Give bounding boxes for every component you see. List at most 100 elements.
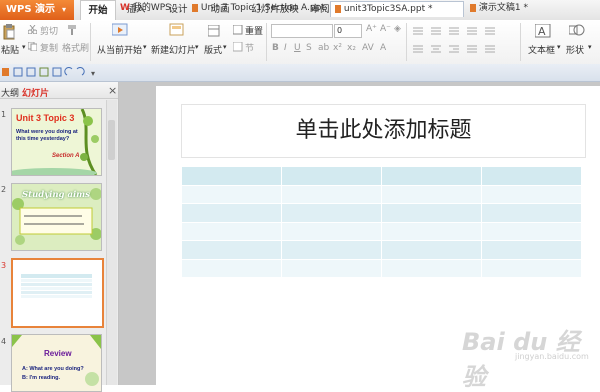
section-icon (232, 41, 243, 55)
table-cell[interactable] (381, 240, 482, 260)
bold-icon[interactable]: B (272, 43, 279, 53)
reset-button[interactable]: 重置 (245, 24, 263, 37)
table-cell[interactable] (181, 221, 282, 241)
slide-number: 2 (1, 185, 7, 194)
textbox-button[interactable]: 文本框 (528, 43, 555, 56)
menu-home[interactable]: 开始 (80, 0, 116, 22)
table-cell[interactable] (381, 221, 482, 241)
tab-outline[interactable]: 大纲 (1, 86, 19, 99)
table-cell[interactable] (181, 184, 282, 204)
tab-label: 我的WPS (132, 3, 171, 13)
slide-number: 1 (1, 110, 7, 119)
slide-number: 4 (1, 337, 7, 346)
font-color-icon[interactable]: A (380, 43, 386, 53)
slide-thumb-2[interactable]: Studying aims (11, 183, 102, 251)
new-slide-icon (169, 23, 185, 40)
layout-button[interactable]: 版式 (204, 43, 222, 56)
slide1-title: Unit 3 Topic 3 (16, 113, 75, 123)
table-row (181, 184, 582, 204)
tab-unit7[interactable]: Unit 7 Topic 1 Section A.ppt (188, 1, 330, 17)
ppt-file-icon (470, 3, 476, 12)
shape-dropdown-icon[interactable]: ▾ (588, 43, 592, 51)
pane-scrollbar[interactable] (106, 100, 117, 385)
textbox-dropdown-icon[interactable]: ▾ (557, 43, 561, 51)
paste-button[interactable]: 粘贴 (1, 43, 19, 56)
play-from-current-icon (111, 23, 128, 40)
italic-icon[interactable]: I (284, 43, 287, 53)
tab-my-wps[interactable]: W 我的WPS (116, 1, 188, 17)
table-cell[interactable] (181, 258, 282, 278)
superscript-icon[interactable]: x² (333, 43, 342, 53)
paste-dropdown-icon[interactable]: ▾ (22, 43, 26, 51)
tab-label: unit3Topic3SA.ppt * (343, 4, 433, 14)
font-name-field[interactable] (271, 24, 333, 38)
table-cell[interactable] (481, 240, 582, 260)
table-row (181, 258, 582, 278)
separator (266, 23, 267, 61)
table-cell[interactable] (381, 184, 482, 204)
play-from-current-button[interactable]: 从当前开始 (97, 43, 142, 56)
tab-unit3[interactable]: unit3Topic3SA.ppt * (330, 1, 464, 17)
format-painter-button[interactable]: 格式刷 (62, 41, 89, 54)
table-cell[interactable] (481, 221, 582, 241)
slide-thumb-1[interactable]: Unit 3 Topic 3 What were you doing at th… (11, 108, 102, 176)
separator (406, 23, 407, 61)
shrink-font-icon[interactable]: A⁻ (380, 24, 391, 34)
table-cell[interactable] (481, 258, 582, 278)
shape-icon (568, 24, 585, 41)
title-placeholder[interactable]: 单击此处添加标题 (181, 104, 586, 158)
table-cell[interactable] (281, 184, 382, 204)
table-cell[interactable] (181, 166, 282, 186)
clear-format-icon[interactable]: ◈ (394, 24, 401, 34)
shape-button[interactable]: 形状 (566, 43, 584, 56)
slide4-line1: A: What are you doing? (22, 366, 84, 372)
table-cell[interactable] (481, 166, 582, 186)
ppt-file-icon (192, 3, 198, 12)
new-slide-dropdown-icon[interactable]: ▾ (195, 43, 199, 51)
table-cell[interactable] (281, 221, 382, 241)
table-cell[interactable] (281, 203, 382, 223)
reset-icon (232, 24, 243, 38)
table-cell[interactable] (281, 166, 382, 186)
char-spacing-icon[interactable]: AV (362, 43, 374, 53)
table-cell[interactable] (281, 258, 382, 278)
app-dropdown-icon: ▾ (62, 5, 67, 14)
strike-icon[interactable]: ab (318, 43, 329, 53)
from-current-dropdown-icon[interactable]: ▾ (143, 43, 147, 51)
font-size-field[interactable]: 0 (334, 24, 362, 38)
paste-icon[interactable] (2, 24, 16, 43)
table-cell[interactable] (481, 184, 582, 204)
slide-thumb-4[interactable]: Review A: What are you doing? B: I'm rea… (11, 334, 102, 392)
table-cell[interactable] (181, 240, 282, 260)
scrollbar-thumb[interactable] (108, 120, 115, 160)
tab-label: 演示文稿1 * (478, 3, 528, 13)
section-button[interactable]: 节 (245, 41, 254, 54)
slide4-line2: B: I'm reading. (22, 375, 60, 381)
shadow-icon[interactable]: S (306, 43, 312, 53)
slide-thumb-3[interactable] (11, 258, 104, 328)
app-menu-button[interactable]: WPS 演示 ▾ (0, 0, 74, 20)
slide-table[interactable] (181, 166, 582, 278)
table-cell[interactable] (381, 203, 482, 223)
grow-font-icon[interactable]: A⁺ (366, 24, 377, 34)
copy-button[interactable]: 复制 (40, 41, 58, 54)
tab-presentation1[interactable]: 演示文稿1 * (466, 1, 546, 17)
table-cell[interactable] (381, 166, 482, 186)
slide4-title: Review (44, 349, 72, 358)
cut-button[interactable]: 剪切 (40, 24, 58, 37)
quick-access-toolbar: ▾ (2, 66, 98, 81)
tab-slides[interactable]: 幻灯片 (22, 86, 49, 99)
table-header-row (181, 166, 582, 186)
separator (520, 23, 521, 61)
close-pane-icon[interactable]: × (108, 84, 117, 97)
table-cell[interactable] (281, 240, 382, 260)
ppt-file-icon (335, 4, 341, 13)
subscript-icon[interactable]: x₂ (347, 43, 356, 53)
layout-dropdown-icon[interactable]: ▾ (223, 43, 227, 51)
table-cell[interactable] (381, 258, 482, 278)
table-cell[interactable] (481, 203, 582, 223)
textbox-icon: A (534, 23, 551, 41)
new-slide-button[interactable]: 新建幻灯片 (151, 43, 196, 56)
table-cell[interactable] (181, 203, 282, 223)
underline-icon[interactable]: U (294, 43, 301, 53)
